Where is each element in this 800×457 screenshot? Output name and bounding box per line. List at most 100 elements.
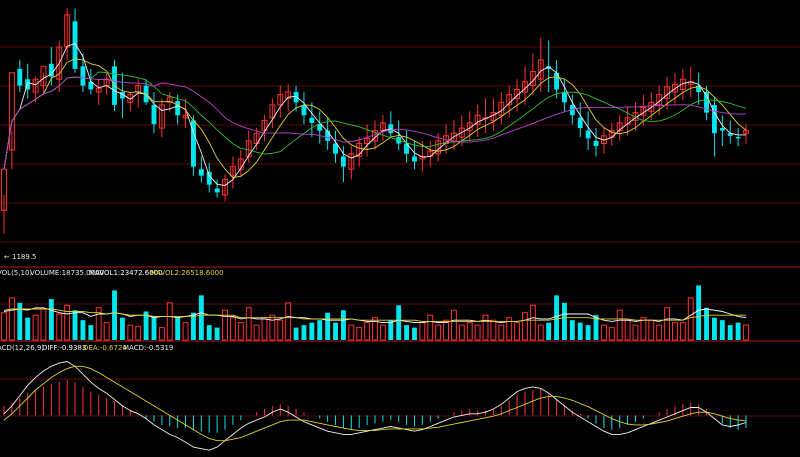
grid-lines (0, 46, 800, 417)
volume-bar-down (88, 325, 94, 340)
candle-body-down (151, 104, 157, 125)
volume-bar-down (214, 327, 220, 340)
volume-bar-up (348, 324, 355, 341)
volume-bar-down (151, 316, 157, 340)
volume-bar-down (546, 322, 552, 340)
volume-bar-up (245, 307, 252, 341)
volume-bar-down (585, 325, 591, 340)
volume-bar-up (624, 319, 631, 341)
volume-bar-up (435, 324, 442, 341)
volume-bar-down (325, 312, 331, 340)
volume-bar-up (158, 327, 165, 341)
volume-bar-up (56, 313, 63, 341)
volume-bar-down (404, 325, 410, 340)
volume-bar-down (48, 299, 54, 340)
volume-bar-up (664, 307, 671, 341)
volume-bar-up (743, 324, 749, 341)
volume-bar-down (388, 320, 394, 340)
volume-bar-down (72, 310, 78, 340)
volume-bar-up (474, 324, 481, 341)
volume-bar-up (285, 302, 292, 341)
volume-bar-down (333, 322, 338, 340)
stock-chart: ← 1189.5 VOL(5,10) VOLUME:18735.0000 MAV… (0, 0, 800, 457)
volume-bar-up (364, 322, 371, 341)
candle-body-down (309, 117, 315, 123)
volume-bar-up (419, 322, 426, 341)
volume-bar-down (293, 327, 299, 340)
volume-bar-down (25, 317, 31, 340)
volume-bar-up (237, 322, 244, 341)
volume-bar-up (498, 324, 505, 341)
volume-bar-up (253, 324, 260, 341)
candle-body-down (175, 101, 181, 116)
volume-bar-up (127, 324, 134, 341)
volume-bar-up (40, 308, 47, 341)
volume-header-prefix: VOL(5,10) (0, 269, 32, 277)
diff-label: DIFF:-0.9383 (42, 344, 86, 352)
low-price-label: 1189.5 (12, 253, 37, 261)
volume-bar-up (458, 324, 465, 341)
volume-bar-up (64, 304, 71, 341)
macd-histogram (3, 361, 747, 451)
volume-bar-down (301, 325, 307, 340)
volume-bar-up (537, 324, 544, 341)
volume-bars (1, 285, 749, 341)
volume-bar-up (166, 302, 173, 341)
candle-body-down (301, 104, 307, 116)
volume-bar-up (379, 324, 386, 341)
volume-bar-down (704, 307, 709, 340)
volume-bar-up (356, 327, 363, 341)
volume-bar-up (632, 324, 639, 341)
volume-bar-up (490, 319, 497, 341)
volume-bar-up (443, 319, 449, 341)
volume-bar-up (608, 327, 615, 341)
candle-body-down (214, 188, 220, 193)
candle-body-down (577, 117, 583, 129)
volume-bar-down (696, 285, 702, 340)
volume-bar-up (672, 322, 678, 341)
volume-bar-down (727, 325, 733, 340)
volume-bar-down (80, 320, 86, 340)
volume-bar-up (182, 322, 189, 341)
diff-line (3, 361, 747, 451)
volume-bar-up (103, 322, 110, 341)
volume-bar-down (17, 302, 23, 340)
volume-bar-up (482, 314, 489, 341)
volume-bar-down (577, 322, 583, 340)
volume-bar-up (514, 322, 521, 341)
volume-bar-down (119, 317, 125, 340)
volume-bar-down (569, 320, 575, 340)
volume-bar-up (261, 317, 268, 341)
volume-bar-up (269, 314, 276, 341)
candle-body-down (412, 156, 417, 162)
volume-bar-down (554, 295, 560, 340)
volume-bar-up (600, 324, 607, 341)
volume-bar-up (656, 324, 663, 341)
low-marker-arrow: ← (4, 253, 10, 261)
macd-header-prefix: ACD(12,26,9) (0, 344, 44, 352)
volume-bar-down (175, 317, 181, 340)
volume-bar-down (206, 325, 212, 340)
volume-bar-down (711, 317, 717, 340)
volume-bar-up (522, 312, 528, 341)
volume-bar-up (466, 322, 473, 341)
candle-body-down (198, 169, 204, 176)
volume-bar-down (735, 322, 741, 340)
volume-bar-up (222, 309, 228, 341)
volume-bar-down (412, 327, 417, 340)
volume-bar-up (277, 319, 284, 341)
volume-bar-down (112, 290, 117, 340)
candle-body-down (17, 68, 23, 86)
price-candles (1, 8, 749, 234)
volume-bar-down (340, 310, 346, 340)
volume-bar-down (198, 295, 204, 340)
volume-bar-up (450, 309, 457, 341)
candle-body-down (561, 92, 567, 103)
candle-body-down (585, 130, 591, 139)
volume-bar-up (640, 317, 647, 341)
candle-body-down (719, 128, 725, 131)
macd-value-label: MACD:-0.5319 (123, 344, 173, 352)
volume-bar-down (317, 320, 323, 340)
volume-bar-down (396, 305, 402, 340)
volume-bar-up (1, 312, 7, 341)
